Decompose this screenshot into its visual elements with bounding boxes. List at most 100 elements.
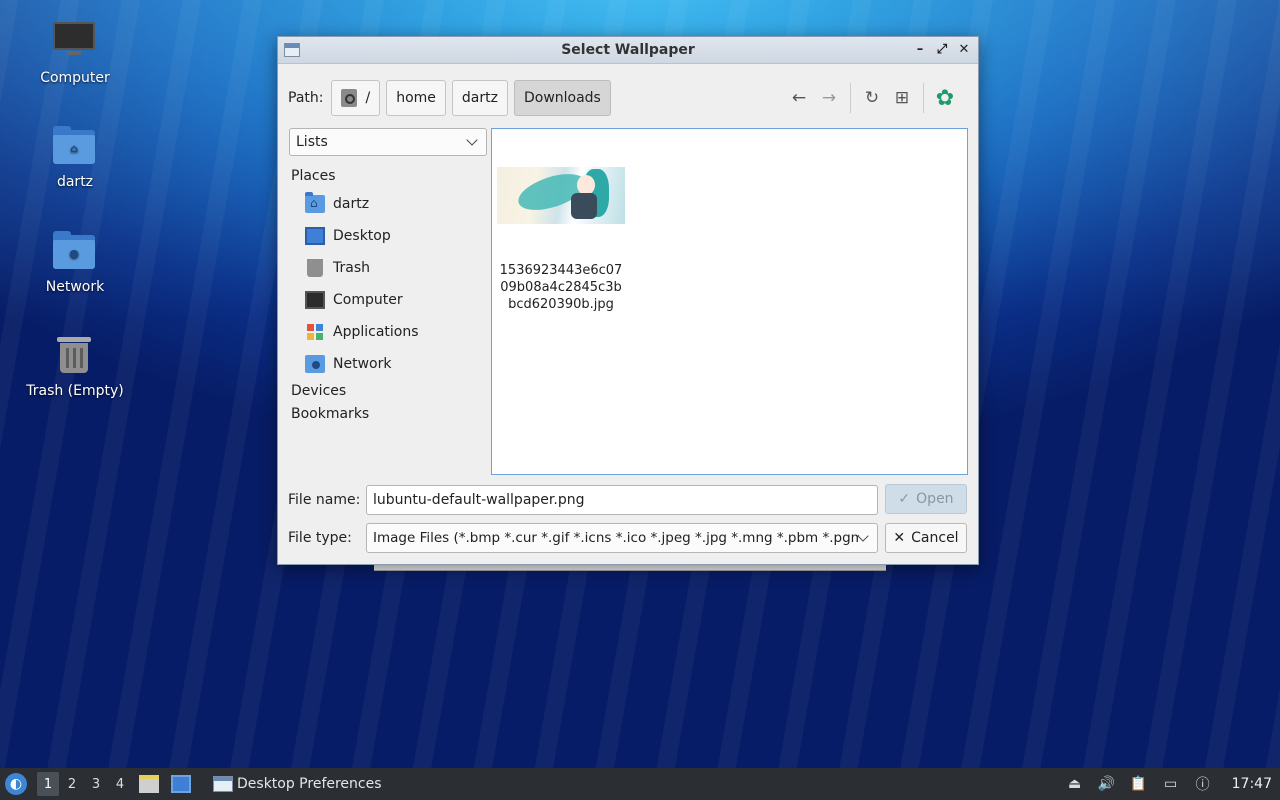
settings-gear-icon[interactable]: ✿: [930, 83, 960, 113]
image-thumbnail[interactable]: [497, 167, 625, 224]
file-name-line: 1536923443e6c07: [499, 263, 623, 278]
volume-icon[interactable]: 🔊: [1098, 775, 1116, 793]
clock[interactable]: 17:47: [1232, 776, 1272, 792]
main-menu-icon[interactable]: ◐: [5, 773, 27, 795]
workspace-4[interactable]: 4: [109, 772, 131, 796]
desktop-icon-computer[interactable]: Computer: [20, 18, 130, 86]
breadcrumb-label: home: [396, 90, 436, 106]
devices-heading[interactable]: Devices: [291, 380, 487, 403]
file-list-pane[interactable]: 1536923443e6c07 09b08a4c2845c3b bcd62039…: [491, 128, 968, 475]
maximize-icon[interactable]: ⤢: [934, 41, 950, 59]
desktop-icon: [305, 227, 325, 245]
open-button[interactable]: ✓ Open: [885, 484, 967, 514]
network-folder-icon: [305, 355, 325, 373]
toolbar-separator: [923, 83, 924, 113]
breadcrumb-downloads[interactable]: Downloads: [513, 80, 611, 116]
network-icon[interactable]: ▭: [1162, 775, 1180, 793]
view-mode-select[interactable]: Lists: [289, 128, 487, 156]
cancel-button[interactable]: ✕ Cancel: [885, 523, 967, 553]
breadcrumb-label: dartz: [461, 90, 498, 106]
places-sidebar: Places dartz Desktop Trash Computer Appl…: [291, 165, 487, 426]
file-name-label[interactable]: 1536923443e6c07 09b08a4c2845c3b bcd62039…: [496, 262, 626, 313]
chevron-down-icon: [466, 134, 478, 146]
applications-icon: [307, 324, 323, 340]
file-name-line: bcd620390b.jpg: [508, 297, 614, 312]
filetype-select[interactable]: Image Files (*.bmp *.cur *.gif *.icns *.…: [366, 523, 878, 553]
back-arrow-icon[interactable]: ←: [784, 83, 814, 113]
sidebar-item-label: Desktop: [333, 228, 391, 244]
task-desktop-preferences[interactable]: Desktop Preferences: [207, 769, 388, 799]
desktop-icon-label: dartz: [56, 174, 94, 190]
close-icon[interactable]: ✕: [956, 41, 972, 59]
minimize-icon[interactable]: –: [912, 41, 928, 59]
breadcrumb-root[interactable]: /: [331, 80, 381, 116]
desktop-icon-trash[interactable]: Trash (Empty): [20, 331, 130, 399]
workspace-3[interactable]: 3: [85, 772, 107, 796]
show-desktop-icon[interactable]: [171, 775, 191, 793]
trash-icon: [307, 259, 323, 277]
eject-icon[interactable]: ⏏: [1066, 775, 1084, 793]
sidebar-item-trash[interactable]: Trash: [291, 252, 487, 284]
filename-value: lubuntu-default-wallpaper.png: [373, 492, 585, 508]
trash-icon: [51, 331, 99, 379]
select-wallpaper-dialog: Select Wallpaper – ⤢ ✕ Path: / home dart…: [277, 36, 979, 565]
filename-row: File name: lubuntu-default-wallpaper.png: [288, 485, 878, 515]
refresh-icon[interactable]: ↻: [857, 83, 887, 113]
new-folder-icon[interactable]: ⊞: [887, 83, 917, 113]
places-heading[interactable]: Places: [291, 165, 487, 188]
path-label: Path:: [288, 90, 324, 106]
computer-icon: [305, 291, 325, 309]
home-folder-icon: ⌂: [51, 122, 99, 170]
task-label: Desktop Preferences: [237, 776, 382, 792]
navigation-toolbar: ← → ↻ ⊞ ✿: [784, 83, 960, 113]
chevron-down-icon: [857, 530, 869, 542]
taskbar: ◐ 1 2 3 4 Desktop Preferences ⏏ 🔊 📋 ▭ ⓘ …: [0, 768, 1280, 800]
path-bar: Path: / home dartz Downloads: [288, 80, 611, 116]
sidebar-item-label: Computer: [333, 292, 403, 308]
toolbar-separator: [850, 83, 851, 113]
sidebar-item-label: Network: [333, 356, 392, 372]
sidebar-item-desktop[interactable]: Desktop: [291, 220, 487, 252]
breadcrumb-label: Downloads: [523, 90, 601, 106]
workspace-1[interactable]: 1: [37, 772, 59, 796]
breadcrumb-dartz[interactable]: dartz: [451, 80, 508, 116]
workspace-2[interactable]: 2: [61, 772, 83, 796]
desktop-icon-label: Network: [45, 279, 105, 295]
sidebar-item-label: Trash: [333, 260, 370, 276]
window-icon: [284, 43, 300, 57]
window-icon: [213, 776, 233, 792]
drive-icon: [341, 89, 358, 107]
forward-arrow-icon[interactable]: →: [814, 83, 844, 113]
sidebar-item-label: Applications: [333, 324, 419, 340]
file-manager-launcher-icon[interactable]: [139, 775, 159, 793]
sidebar-item-computer[interactable]: Computer: [291, 284, 487, 316]
filetype-value: Image Files (*.bmp *.cur *.gif *.icns *.…: [373, 530, 860, 546]
desktop-icon-label: Trash (Empty): [26, 383, 124, 399]
filetype-label: File type:: [288, 530, 352, 546]
desktop-icon-dartz[interactable]: ⌂ dartz: [20, 122, 130, 190]
cancel-button-label: Cancel: [911, 530, 959, 546]
dialog-title: Select Wallpaper: [561, 42, 695, 58]
cancel-x-icon: ✕: [893, 530, 906, 546]
file-name-line: 09b08a4c2845c3b: [500, 280, 622, 295]
breadcrumb-home[interactable]: home: [386, 80, 446, 116]
sidebar-item-applications[interactable]: Applications: [291, 316, 487, 348]
bookmarks-heading[interactable]: Bookmarks: [291, 403, 487, 426]
sidebar-item-network[interactable]: Network: [291, 348, 487, 380]
desktop-icon-label: Computer: [40, 70, 110, 86]
view-mode-value: Lists: [296, 134, 328, 150]
system-tray: ⏏ 🔊 📋 ▭ ⓘ 17:47: [1066, 768, 1272, 800]
dialog-titlebar[interactable]: Select Wallpaper – ⤢ ✕: [278, 37, 978, 64]
breadcrumb-label: /: [365, 90, 371, 106]
filename-input[interactable]: lubuntu-default-wallpaper.png: [366, 485, 878, 515]
sidebar-item-dartz[interactable]: dartz: [291, 188, 487, 220]
network-folder-icon: ●: [51, 227, 99, 275]
open-button-label: Open: [916, 491, 954, 507]
filename-label: File name:: [288, 492, 361, 508]
home-folder-icon: [305, 192, 325, 213]
clipboard-icon[interactable]: 📋: [1130, 775, 1148, 793]
filetype-row: File type: Image Files (*.bmp *.cur *.gi…: [288, 523, 878, 553]
update-notifier-icon[interactable]: ⓘ: [1194, 775, 1212, 793]
desktop-icon-network[interactable]: ● Network: [20, 227, 130, 295]
computer-icon: [51, 18, 99, 66]
